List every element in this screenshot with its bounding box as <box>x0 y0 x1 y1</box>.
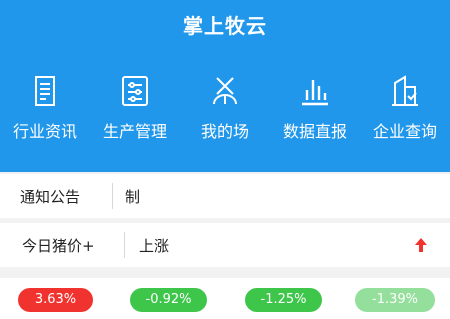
app-title: 掌上牧云 <box>183 14 267 38</box>
production-settings-icon <box>122 76 148 106</box>
price-change-badge[interactable]: -1.25% <box>245 288 322 312</box>
notice-label: 通知公告 <box>20 187 81 206</box>
bar-chart-icon <box>302 80 328 106</box>
nav-label-production: 生产管理 <box>102 122 167 141</box>
nav-item-news[interactable]: 行业资讯 <box>0 74 90 154</box>
nav-item-production[interactable]: 生产管理 <box>90 74 180 154</box>
nav-item-my-farm[interactable]: 我的场 <box>180 74 270 154</box>
price-change-badge[interactable]: -0.92% <box>130 288 207 312</box>
arrow-up-icon <box>415 238 427 252</box>
price-change-strip: 3.63% -0.92% -1.25% -1.39% <box>0 278 450 319</box>
price-label: 今日猪价+ <box>22 236 95 255</box>
price-change-badge[interactable]: 3.63% <box>18 288 93 312</box>
price-change-badge[interactable]: -1.39% <box>355 288 435 312</box>
price-trend: 上涨 <box>139 236 170 255</box>
nav-item-enterprise[interactable]: 企业查询 <box>360 74 450 154</box>
notice-text[interactable]: 制 <box>125 186 140 207</box>
nav-item-data-report[interactable]: 数据直报 <box>270 74 360 154</box>
price-bar[interactable]: 今日猪价+ 上涨 <box>0 223 450 267</box>
news-document-icon <box>35 76 55 106</box>
nav-label-my-farm: 我的场 <box>200 122 249 141</box>
header-bar: 掌上牧云 行业资讯 生产管理 我的场 数据直报 企业查询 <box>0 0 450 172</box>
farm-icon <box>213 77 237 105</box>
notice-divider <box>112 183 113 209</box>
main-nav: 行业资讯 生产管理 我的场 数据直报 企业查询 <box>0 74 450 154</box>
nav-label-news: 行业资讯 <box>12 122 77 141</box>
notice-bar[interactable]: 通知公告 制 <box>0 174 450 218</box>
enterprise-search-icon <box>392 75 418 106</box>
nav-label-enterprise: 企业查询 <box>372 122 437 141</box>
price-divider <box>124 232 125 258</box>
nav-label-data-report: 数据直报 <box>282 122 347 141</box>
